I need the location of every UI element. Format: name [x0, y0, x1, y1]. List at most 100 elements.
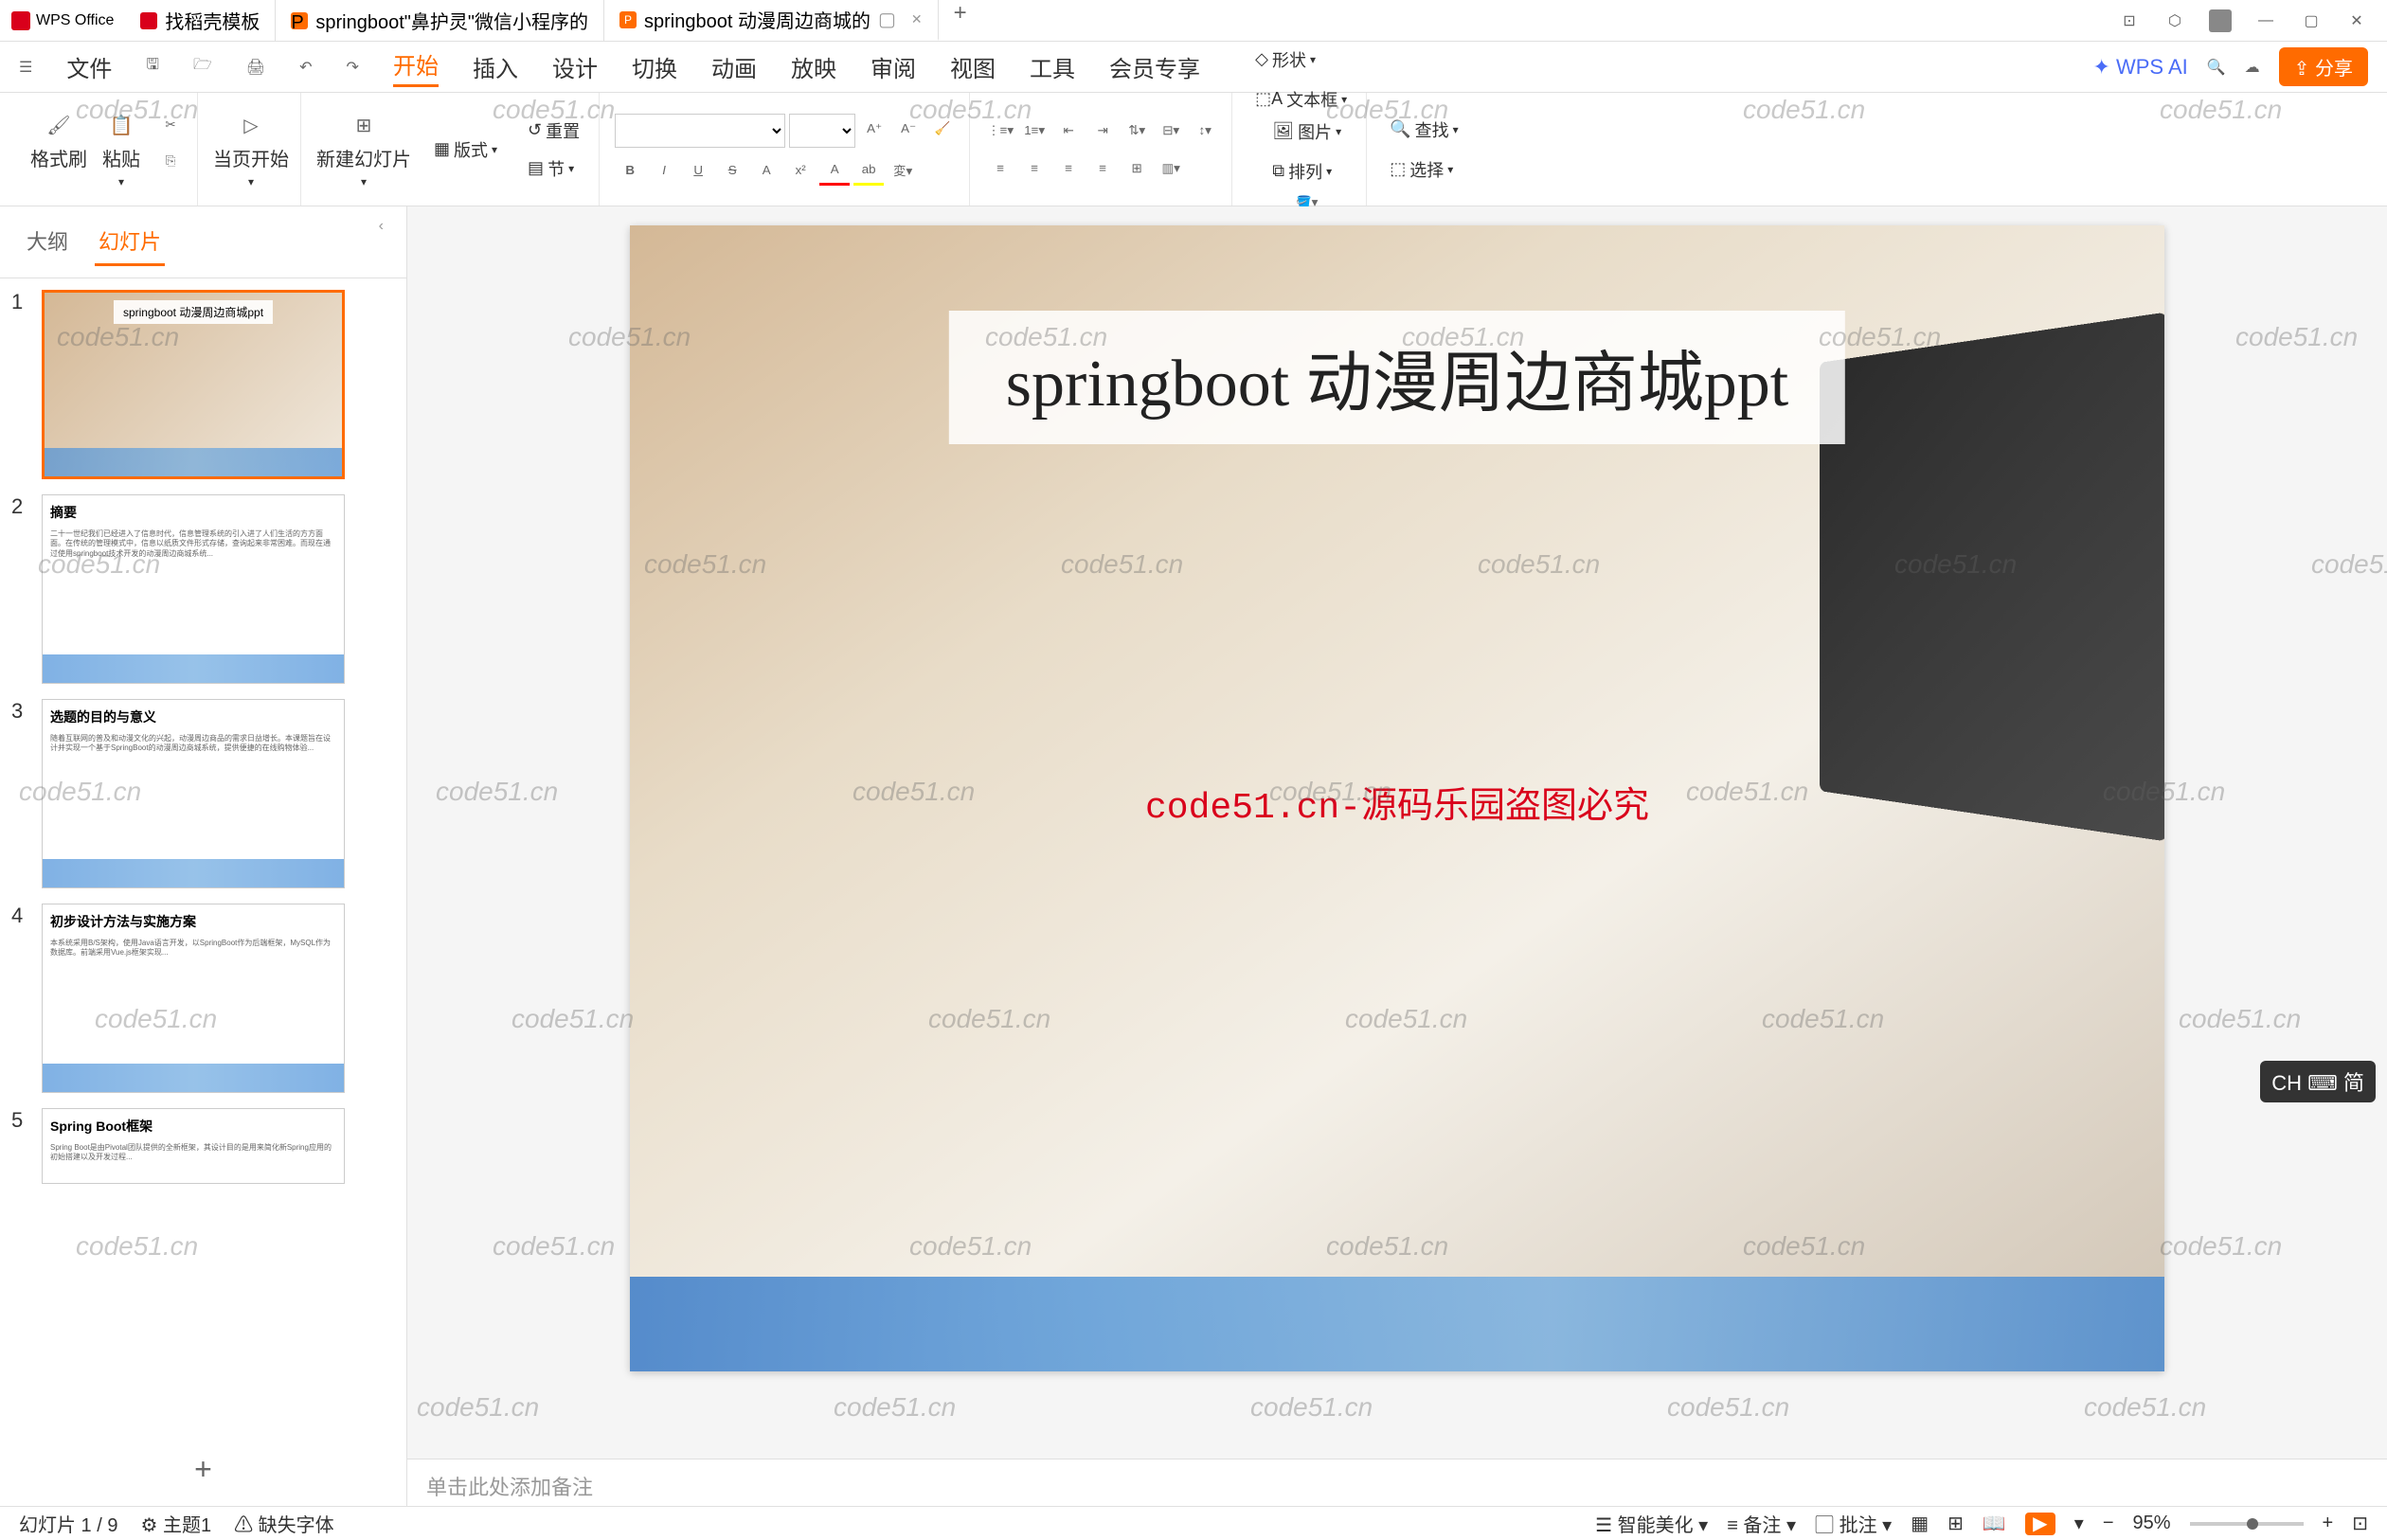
tab-templates[interactable]: 找稻壳模板 [125, 0, 276, 41]
paste-button[interactable]: 📋 粘贴▾ [102, 110, 140, 188]
avatar-icon[interactable] [2209, 9, 2232, 32]
tab-doc-2[interactable]: P springboot"鼻护灵"微信小程序的 [276, 0, 604, 41]
collapse-icon[interactable]: ‹ [379, 218, 384, 266]
text-direction-icon[interactable]: ⇅▾ [1122, 116, 1152, 146]
open-icon[interactable]: 🗁 [193, 54, 212, 80]
reading-view-icon[interactable]: 📖 [1983, 1512, 2006, 1535]
bullets-icon[interactable]: ⋮≡▾ [985, 116, 1015, 146]
maximize-button[interactable]: ▢ [2300, 9, 2323, 32]
zoom-level[interactable]: 95% [2133, 1513, 2171, 1534]
file-menu[interactable]: 文件 [66, 50, 112, 83]
increase-font-icon[interactable]: A⁺ [859, 114, 889, 144]
notes-toggle[interactable]: ≡ 备注 ▾ [1727, 1510, 1796, 1537]
italic-icon[interactable]: I [649, 155, 679, 186]
cloud-icon[interactable]: ☁ [2245, 58, 2260, 77]
thumbnail-4[interactable]: 初步设计方法与实施方案 本系统采用B/S架构，使用Java语言开发，以Sprin… [42, 904, 345, 1093]
zoom-out-icon[interactable]: − [2103, 1513, 2114, 1534]
normal-view-icon[interactable]: ▦ [1911, 1512, 1929, 1535]
align-text-icon[interactable]: ⊟▾ [1156, 116, 1186, 146]
sorter-view-icon[interactable]: ⊞ [1947, 1512, 1964, 1535]
from-current-button[interactable]: ▷ 当页开始▾ [213, 110, 289, 188]
align-right-icon[interactable]: ≡ [1053, 153, 1084, 184]
textbox-button[interactable]: ⬚A 文本框▾ [1247, 83, 1355, 116]
thumbnail-2[interactable]: 摘要 二十一世纪我们已经进入了信息时代，信息管理系统的引入进了人们生活的方方面面… [42, 494, 345, 684]
search-icon[interactable]: 🔍 [2207, 58, 2226, 77]
slide-counter[interactable]: 幻灯片 1 / 9 [19, 1510, 117, 1537]
menu-icon[interactable]: ⊡ [2118, 9, 2141, 32]
menu-animation[interactable]: 动画 [711, 50, 757, 83]
theme-indicator[interactable]: ⚙ 主题1 [140, 1510, 211, 1537]
minimize-button[interactable]: — [2254, 9, 2277, 32]
layout-button[interactable]: ▦ 版式▾ [426, 134, 505, 166]
cut-icon[interactable]: ✂ [155, 110, 186, 140]
section-button[interactable]: ▤ 节▾ [520, 152, 587, 185]
decrease-indent-icon[interactable]: ⇤ [1053, 116, 1084, 146]
close-icon[interactable]: ✕ [911, 11, 923, 27]
presentation-mode-icon[interactable]: ▢ [878, 8, 896, 31]
strikethrough-icon[interactable]: S [717, 155, 747, 186]
ime-indicator[interactable]: CH ⌨ 简 [2260, 1061, 2376, 1102]
line-spacing-icon[interactable]: ↕▾ [1190, 116, 1220, 146]
thumbnail-1[interactable]: springboot 动漫周边商城ppt [42, 290, 345, 479]
reset-button[interactable]: ↺ 重置 [520, 115, 587, 147]
clear-format-icon[interactable]: 🧹 [927, 114, 958, 144]
menu-review[interactable]: 审阅 [870, 50, 916, 83]
superscript-icon[interactable]: x² [785, 155, 816, 186]
add-tab-button[interactable]: + [939, 0, 982, 41]
distribute-icon[interactable]: ⊞ [1122, 153, 1152, 184]
select-button[interactable]: ⬚ 选择▾ [1382, 153, 1465, 186]
menu-design[interactable]: 设计 [552, 50, 598, 83]
menu-slideshow[interactable]: 放映 [791, 50, 836, 83]
fit-window-icon[interactable]: ⊡ [2352, 1512, 2368, 1535]
canvas-scroll[interactable]: springboot 动漫周边商城ppt code51.cn-源码乐园盗图必究 [407, 206, 2387, 1459]
slideshow-dropdown[interactable]: ▾ [2074, 1512, 2084, 1535]
format-brush-button[interactable]: 🖌 格式刷 [30, 110, 87, 188]
thumbnail-3[interactable]: 选题的目的与意义 随着互联网的普及和动漫文化的兴起，动漫周边商品的需求日益增长。… [42, 699, 345, 888]
thumbnail-5[interactable]: Spring Boot框架 Spring Boot是由Pivotal团队提供的全… [42, 1108, 345, 1184]
menu-insert[interactable]: 插入 [473, 50, 518, 83]
menu-start[interactable]: 开始 [393, 47, 439, 87]
slide-canvas[interactable]: springboot 动漫周边商城ppt code51.cn-源码乐园盗图必究 [630, 225, 2164, 1371]
tab-doc-3[interactable]: P springboot 动漫周边商城的 ▢ ✕ [604, 0, 939, 41]
share-button[interactable]: ⇪ 分享 [2279, 47, 2368, 86]
wps-ai-button[interactable]: ✦ WPS AI [2093, 55, 2188, 80]
undo-icon[interactable]: ↶ [299, 58, 312, 77]
font-color-icon[interactable]: A [819, 155, 850, 186]
change-case-icon[interactable]: 変▾ [888, 155, 918, 186]
print-icon[interactable]: 🖨 [246, 58, 265, 77]
menu-tools[interactable]: 工具 [1030, 50, 1075, 83]
columns-icon[interactable]: ▥▾ [1156, 153, 1186, 184]
thumbnails-list[interactable]: 1 springboot 动漫周边商城ppt 2 摘要 二十一世纪我们已经进入了… [0, 278, 406, 1433]
find-button[interactable]: 🔍 查找▾ [1382, 114, 1465, 146]
align-center-icon[interactable]: ≡ [1019, 153, 1050, 184]
notes-input[interactable]: 单击此处添加备注 [407, 1459, 2387, 1506]
slides-tab[interactable]: 幻灯片 [95, 218, 165, 266]
slideshow-button[interactable]: ▶ [2025, 1513, 2055, 1535]
save-icon[interactable]: 🖫 [146, 54, 159, 80]
menu-transition[interactable]: 切换 [632, 50, 677, 83]
highlight-icon[interactable]: ab [853, 155, 884, 186]
comments-toggle[interactable]: ▢ 批注 ▾ [1815, 1510, 1892, 1537]
picture-button[interactable]: 🖼 图片▾ [1265, 116, 1349, 148]
arrange-button[interactable]: ⧉ 排列▾ [1265, 155, 1349, 188]
copy-icon[interactable]: ⎘ [155, 146, 186, 176]
increase-indent-icon[interactable]: ⇥ [1087, 116, 1118, 146]
numbering-icon[interactable]: 1≡▾ [1019, 116, 1050, 146]
decrease-font-icon[interactable]: A⁻ [893, 114, 924, 144]
redo-icon[interactable]: ↷ [347, 58, 359, 77]
shadow-icon[interactable]: A [751, 155, 781, 186]
align-left-icon[interactable]: ≡ [985, 153, 1015, 184]
bold-icon[interactable]: B [615, 155, 645, 186]
close-button[interactable]: ✕ [2345, 9, 2368, 32]
hamburger-icon[interactable]: ☰ [19, 58, 32, 77]
cube-icon[interactable]: ⬡ [2163, 9, 2186, 32]
outline-tab[interactable]: 大纲 [23, 218, 72, 266]
menu-view[interactable]: 视图 [950, 50, 996, 83]
font-size-select[interactable] [789, 114, 855, 148]
font-family-select[interactable] [615, 114, 785, 148]
justify-icon[interactable]: ≡ [1087, 153, 1118, 184]
new-slide-button[interactable]: ⊞ 新建幻灯片▾ [316, 110, 411, 188]
menu-member[interactable]: 会员专享 [1109, 50, 1200, 83]
zoom-slider[interactable] [2190, 1522, 2304, 1526]
missing-font-warning[interactable]: ⚠ 缺失字体 [234, 1510, 334, 1537]
